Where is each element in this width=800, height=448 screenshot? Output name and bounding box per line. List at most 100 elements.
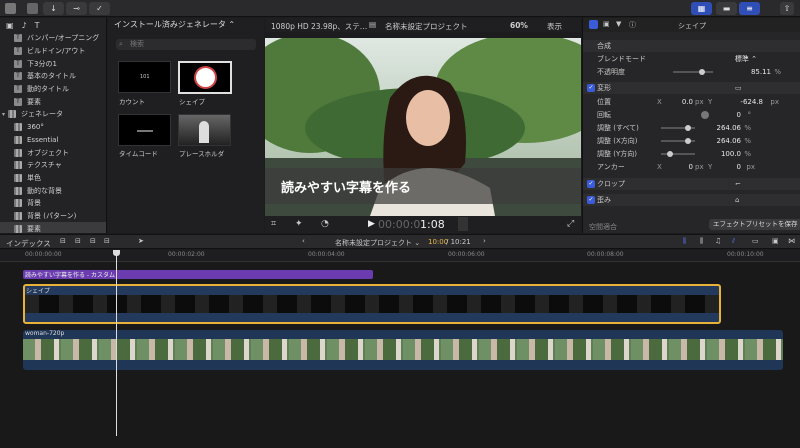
music-icon[interactable]: ♪ xyxy=(22,21,27,30)
video-clip[interactable]: woman-720p xyxy=(23,330,783,370)
video-viewer[interactable]: 読みやすい字幕を作る xyxy=(265,38,581,216)
crop-section[interactable]: ✓ クロップ ⌐ xyxy=(583,178,800,190)
position-y-value[interactable]: -624.8 xyxy=(740,96,763,108)
keyword-button[interactable]: ⊸ xyxy=(66,2,87,15)
transitions-icon[interactable]: ⋈ xyxy=(788,237,795,245)
index-button[interactable]: インデックス xyxy=(6,238,51,249)
crop-onscreen-icon[interactable]: ⌐ xyxy=(735,178,741,190)
photos-icon[interactable] xyxy=(27,3,38,14)
playhead-handle[interactable] xyxy=(113,250,120,256)
appearance-icon[interactable]: ▭ xyxy=(752,237,759,245)
sidebar-item[interactable]: T 下3分の1 xyxy=(0,57,106,70)
shape-clip[interactable]: シェイプ xyxy=(23,284,721,324)
speed-icon[interactable]: ◔ xyxy=(321,219,329,229)
play-icon[interactable]: ▶ xyxy=(368,219,375,229)
info-tab-icon[interactable]: ⓘ xyxy=(629,20,636,30)
select-tool-icon[interactable]: ➤ xyxy=(138,237,144,245)
sidebar-item[interactable]: T 基本のタイトル xyxy=(0,70,106,83)
sidebar-item[interactable]: T 要素 xyxy=(0,95,106,108)
sidebar-item[interactable]: テクスチャ xyxy=(0,159,106,172)
disclosure-icon[interactable]: ▾ xyxy=(2,111,5,118)
slider-knob[interactable] xyxy=(699,69,705,75)
clip-overwrite-icon[interactable]: ⊟ xyxy=(104,237,110,245)
scale-y-value[interactable]: 100.0 xyxy=(721,148,741,160)
filter-tab-icon[interactable]: ▼ xyxy=(616,20,621,28)
view-menu[interactable]: 表示 xyxy=(547,21,562,32)
back-icon[interactable]: ‹ xyxy=(302,237,305,245)
rotation-dial-icon[interactable] xyxy=(701,111,709,119)
clip-insert-icon[interactable]: ⊟ xyxy=(75,237,81,245)
import-button[interactable]: ↓ xyxy=(43,2,64,15)
sidebar-item[interactable]: 動的な背景 xyxy=(0,184,106,197)
subtitle-shape[interactable]: 読みやすい字幕を作る xyxy=(265,168,581,204)
position-x-value[interactable]: 0.0 xyxy=(682,96,693,108)
fullscreen-icon[interactable]: ⤢ xyxy=(567,219,574,229)
crop-tool-icon[interactable]: ⌗ xyxy=(271,219,276,229)
library-icon[interactable] xyxy=(5,3,16,14)
search-field[interactable]: ⌕ 検索 xyxy=(116,39,256,50)
thumbnail-timecode[interactable] xyxy=(118,114,171,146)
anchor-x-value[interactable]: 0 xyxy=(689,161,693,173)
browser-title[interactable]: インストール済みジェネレータ ⌃ xyxy=(108,18,264,32)
sidebar-item[interactable]: 背景 xyxy=(0,197,106,210)
rotation-value[interactable]: 0 xyxy=(737,109,741,121)
format-info[interactable]: 1080p HD 23.98p、ステ… xyxy=(271,21,367,32)
background-tasks-button[interactable]: ✓ xyxy=(89,2,110,15)
clip-append-icon[interactable]: ⊟ xyxy=(90,237,96,245)
audio-skimming-icon[interactable]: ⫼ xyxy=(683,237,686,246)
thumbnail-shape[interactable] xyxy=(178,61,232,94)
timeline-toggle-button[interactable]: ▬ xyxy=(716,2,737,15)
effects-icon[interactable]: ▣ xyxy=(772,237,779,245)
title-icon[interactable]: T xyxy=(35,21,40,30)
color-tab-icon[interactable]: ▣ xyxy=(603,20,610,28)
sidebar-item[interactable]: 360° xyxy=(0,121,106,134)
slider-knob[interactable] xyxy=(685,138,691,144)
browser-toggle-button[interactable]: ▦ xyxy=(691,2,712,15)
thumbnail-count[interactable]: 101 xyxy=(118,61,171,93)
slider-knob[interactable] xyxy=(667,151,673,157)
opacity-slider[interactable] xyxy=(673,69,713,75)
enhance-icon[interactable]: ✦ xyxy=(295,219,303,229)
sidebar-item[interactable]: 要素 xyxy=(0,222,106,233)
sidebar-item[interactable]: 背景 (パターン) xyxy=(0,210,106,223)
opacity-value[interactable]: 85.11 xyxy=(751,66,771,78)
solo-icon[interactable]: ⫼ xyxy=(700,237,703,246)
forward-icon[interactable]: › xyxy=(483,237,486,245)
sidebar-group-generators[interactable]: ▾ ジェネレータ xyxy=(0,108,106,121)
scale-all-slider[interactable] xyxy=(661,125,695,131)
playhead[interactable] xyxy=(116,250,117,436)
distort-section[interactable]: ✓ 歪み ⌂ xyxy=(583,194,800,206)
film-icon[interactable]: ▣ xyxy=(6,21,14,30)
sidebar-item[interactable]: 単色 xyxy=(0,172,106,185)
thumbnail-placeholder[interactable] xyxy=(178,114,231,146)
transform-onscreen-icon[interactable]: ▭ xyxy=(735,82,742,94)
slider-knob[interactable] xyxy=(685,125,691,131)
transform-section[interactable]: ✓ 変形 ▭ xyxy=(583,82,800,94)
sidebar-item[interactable]: T ビルドイン/アウト xyxy=(0,45,106,58)
blend-mode-select[interactable]: 標準 ⌃ xyxy=(735,53,757,65)
anchor-y-value[interactable]: 0 xyxy=(737,161,741,173)
headphones-icon[interactable]: ♫ xyxy=(715,237,721,245)
distort-checkbox[interactable]: ✓ xyxy=(587,196,595,204)
scale-y-slider[interactable] xyxy=(661,151,695,157)
title-clip[interactable]: 読みやすい字幕を作る - カスタム xyxy=(23,270,373,279)
snap-icon[interactable]: ⫽ xyxy=(732,237,735,246)
share-button[interactable]: ⇧ xyxy=(780,2,794,15)
sidebar-item[interactable]: T バンパー/オープニング xyxy=(0,32,106,45)
transform-checkbox[interactable]: ✓ xyxy=(587,84,595,92)
sidebar-item[interactable]: T 動的タイトル xyxy=(0,83,106,96)
scale-x-slider[interactable] xyxy=(661,138,695,144)
video-tab-icon[interactable] xyxy=(589,20,598,29)
sidebar-item[interactable]: Essential xyxy=(0,134,106,147)
scale-x-value[interactable]: 264.06 xyxy=(717,135,742,147)
crop-checkbox[interactable]: ✓ xyxy=(587,180,595,188)
scale-all-value[interactable]: 264.06 xyxy=(717,122,742,134)
zoom-menu[interactable]: 60% xyxy=(510,21,528,30)
clip-connect-icon[interactable]: ⊟ xyxy=(60,237,66,245)
distort-onscreen-icon[interactable]: ⌂ xyxy=(735,194,739,206)
timeline-ruler[interactable]: 00:00:00:00 00:00:02:00 00:00:04:00 00:0… xyxy=(0,250,800,262)
timeline-area[interactable]: 読みやすい字幕を作る - カスタム シェイプ woman-720p xyxy=(0,250,800,448)
inspector-toggle-button[interactable]: ≡ xyxy=(739,2,760,15)
timeline-project-name[interactable]: 名称未設定プロジェクト ⌄ xyxy=(335,238,420,248)
composite-section[interactable]: 合成 xyxy=(583,40,800,52)
